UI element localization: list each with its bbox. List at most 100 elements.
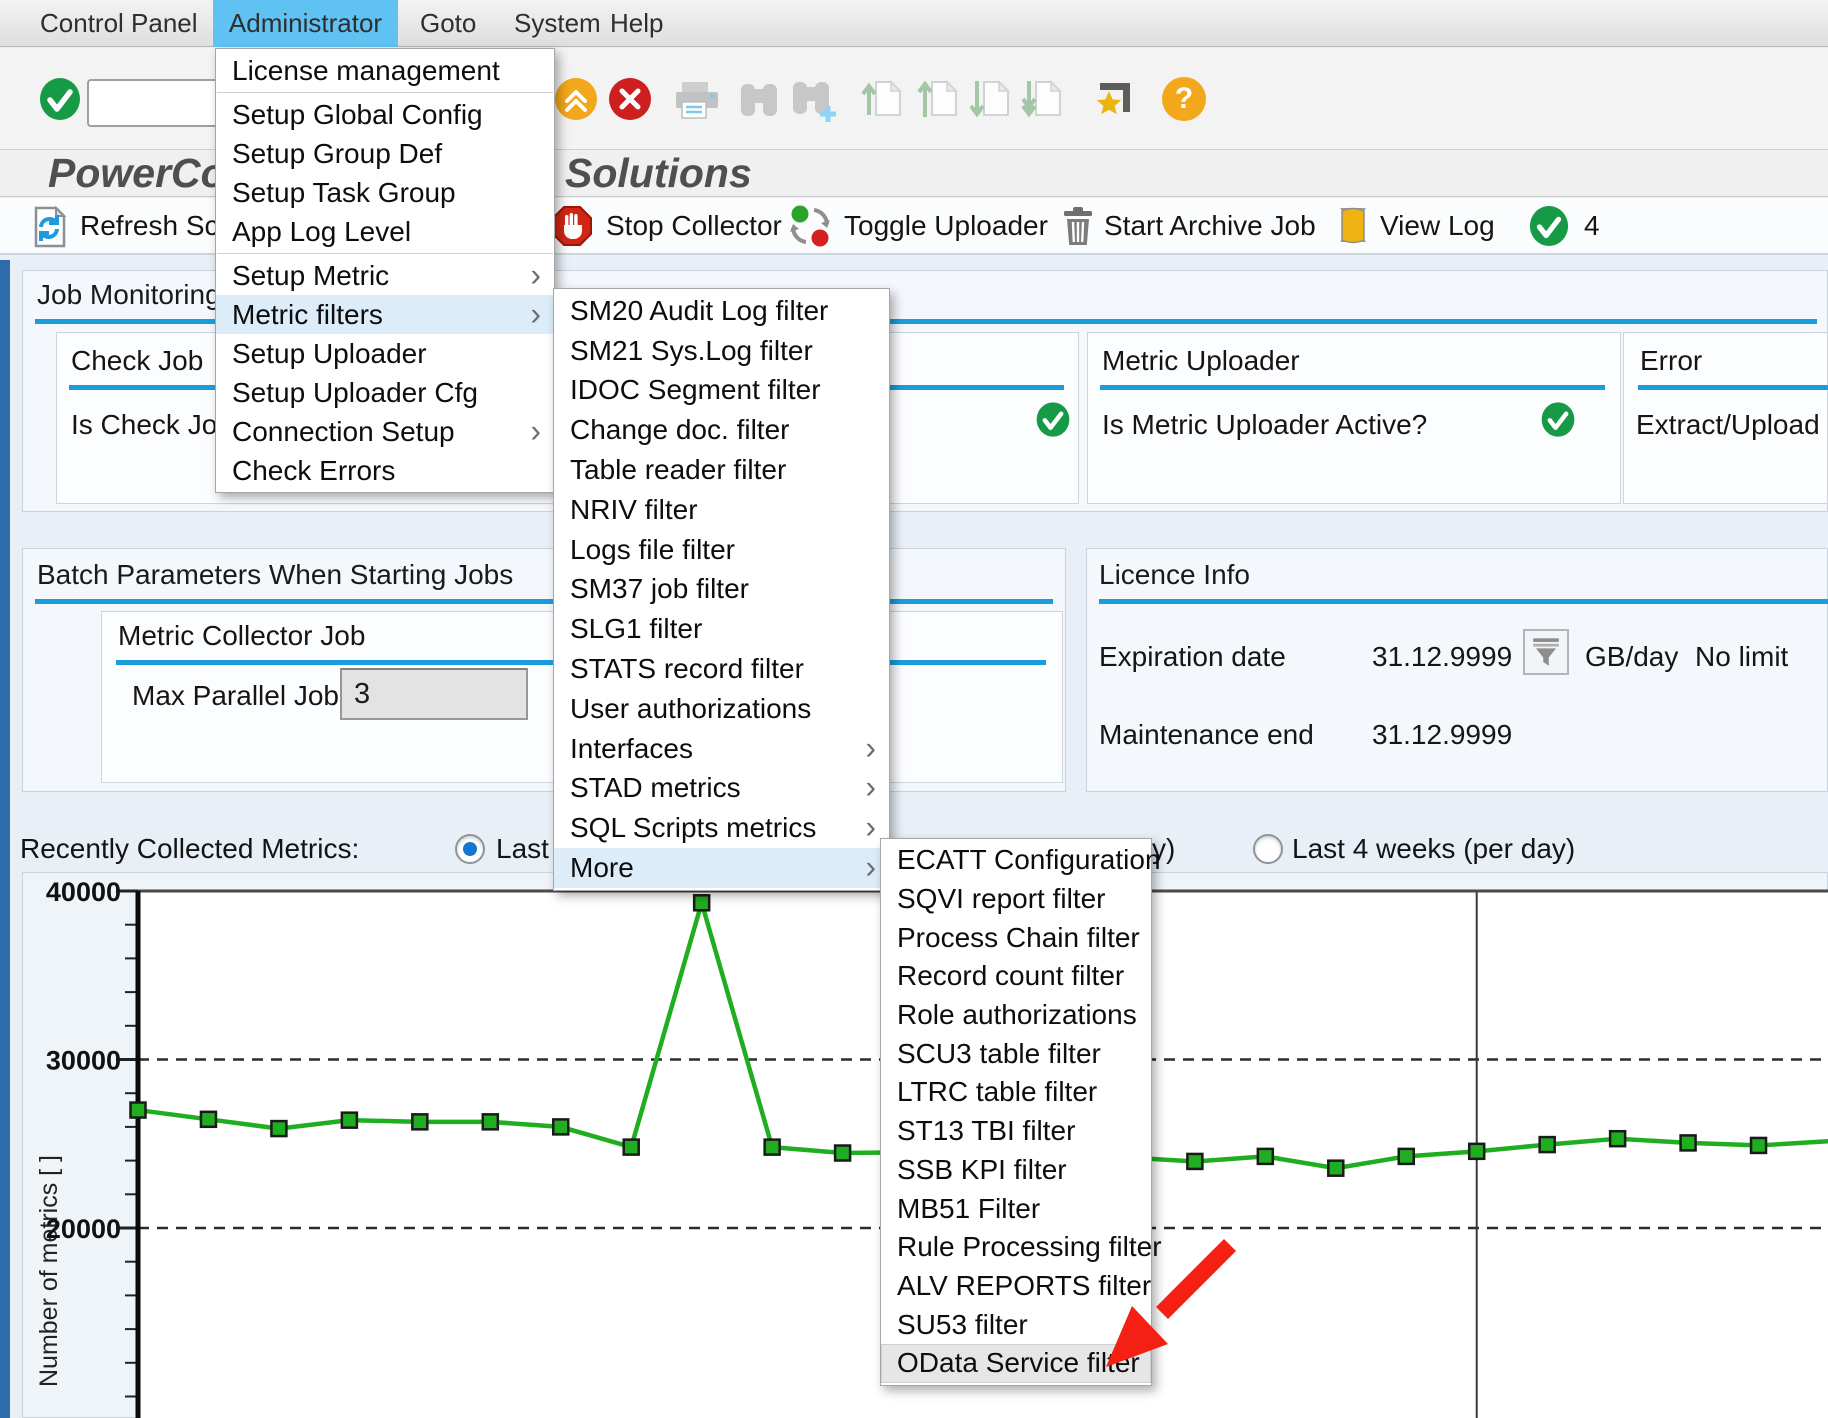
menu-item-more[interactable]: More› bbox=[554, 848, 889, 888]
menu-item-setup-uploader-cfg[interactable]: Setup Uploader Cfg bbox=[216, 373, 554, 412]
menu-item-alv-reports-filter[interactable]: ALV REPORTS filter bbox=[881, 1267, 1151, 1306]
menu-item-st13-tbi-filter[interactable]: ST13 TBI filter bbox=[881, 1112, 1151, 1151]
menu-help[interactable]: Help bbox=[610, 0, 663, 47]
help-icon[interactable]: ? bbox=[1162, 77, 1206, 121]
menu-item-process-chain-filter[interactable]: Process Chain filter bbox=[881, 918, 1151, 957]
menu-system[interactable]: System bbox=[514, 0, 601, 47]
menu-item-mb51-filter[interactable]: MB51 Filter bbox=[881, 1189, 1151, 1228]
svg-text:40000: 40000 bbox=[46, 877, 121, 907]
page-down-icon[interactable] bbox=[968, 75, 1014, 121]
print-icon[interactable] bbox=[672, 78, 722, 122]
ok-count-badge: 4 bbox=[1584, 198, 1600, 253]
menu-item-ecatt-configuration[interactable]: ECATT Configuration bbox=[881, 841, 1151, 880]
menu-item-role-authorizations[interactable]: Role authorizations bbox=[881, 996, 1151, 1035]
menu-item-stats-record-filter[interactable]: STATS record filter bbox=[554, 649, 889, 689]
menu-item-interfaces[interactable]: Interfaces› bbox=[554, 729, 889, 769]
metric-filters-submenu: SM20 Audit Log filter SM21 Sys.Log filte… bbox=[553, 288, 890, 891]
range-radio-label-1[interactable]: Last bbox=[496, 830, 549, 868]
menu-item-user-authorizations[interactable]: User authorizations bbox=[554, 689, 889, 729]
menu-item-setup-global-config[interactable]: Setup Global Config bbox=[216, 95, 554, 134]
menu-item-odata-service-filter[interactable]: OData Service filter bbox=[881, 1344, 1151, 1383]
range-radio-selected[interactable] bbox=[455, 834, 485, 864]
column-header: Check Job bbox=[71, 345, 203, 377]
filter-icon[interactable] bbox=[1523, 629, 1569, 675]
table-row: Extract/Upload bbox=[1636, 409, 1820, 441]
menu-item-metric-filters[interactable]: Metric filters› bbox=[216, 295, 554, 334]
menu-item-su53-filter[interactable]: SU53 filter bbox=[881, 1305, 1151, 1344]
left-edge-strip bbox=[0, 260, 10, 1418]
menu-item-nriv-filter[interactable]: NRIV filter bbox=[554, 490, 889, 530]
menu-item-app-log-level[interactable]: App Log Level bbox=[216, 212, 554, 251]
expiration-date-value: 31.12.9999 bbox=[1372, 641, 1512, 673]
max-parallel-jobs-label: Max Parallel Jobs bbox=[132, 676, 353, 716]
view-log-button[interactable]: View Log bbox=[1380, 198, 1495, 253]
new-session-star-icon[interactable] bbox=[1092, 75, 1138, 121]
menu-goto[interactable]: Goto bbox=[420, 0, 476, 47]
menu-item-check-errors[interactable]: Check Errors bbox=[216, 451, 554, 490]
menu-separator bbox=[217, 92, 553, 93]
error-panel: Error Extract/Upload bbox=[1623, 332, 1828, 504]
last-page-icon[interactable] bbox=[1020, 75, 1066, 121]
menu-item-slg1-filter[interactable]: SLG1 filter bbox=[554, 609, 889, 649]
toggle-icon[interactable] bbox=[786, 202, 834, 250]
refresh-screen-button[interactable]: Refresh Scr bbox=[80, 198, 228, 253]
menu-item-change-doc-filter[interactable]: Change doc. filter bbox=[554, 410, 889, 450]
trash-icon[interactable] bbox=[1056, 204, 1100, 248]
cancel-icon[interactable] bbox=[608, 77, 652, 121]
gb-per-day-value: No limit bbox=[1695, 641, 1788, 673]
page-up-icon[interactable] bbox=[916, 75, 962, 121]
find-next-icon[interactable] bbox=[788, 77, 838, 125]
powerconnect-control-panel: Control Panel Administrator Goto System … bbox=[0, 0, 1828, 1418]
chevron-right-icon: › bbox=[865, 811, 876, 843]
menu-administrator[interactable]: Administrator bbox=[213, 0, 398, 47]
menu-item-stad-metrics[interactable]: STAD metrics› bbox=[554, 769, 889, 809]
menu-item-logs-file-filter[interactable]: Logs file filter bbox=[554, 530, 889, 570]
column-header: Metric Uploader bbox=[1102, 345, 1300, 377]
chevron-right-icon: › bbox=[865, 731, 876, 763]
expiration-date-label: Expiration date bbox=[1099, 641, 1286, 673]
menu-item-setup-task-group[interactable]: Setup Task Group bbox=[216, 173, 554, 212]
menu-control-panel[interactable]: Control Panel bbox=[40, 0, 198, 47]
find-icon[interactable] bbox=[736, 77, 782, 123]
check-job-ok-icon bbox=[1035, 401, 1071, 438]
start-archive-job-button[interactable]: Start Archive Job bbox=[1104, 198, 1316, 253]
uploader-ok-icon bbox=[1540, 401, 1576, 438]
menu-item-setup-metric[interactable]: Setup Metric› bbox=[216, 256, 554, 295]
metric-uploader-panel: Metric Uploader Is Metric Uploader Activ… bbox=[1087, 332, 1621, 504]
menu-item-scu3-table-filter[interactable]: SCU3 table filter bbox=[881, 1034, 1151, 1073]
menu-item-rule-processing-filter[interactable]: Rule Processing filter bbox=[881, 1228, 1151, 1267]
refresh-icon[interactable] bbox=[26, 204, 72, 250]
menu-item-ssb-kpi-filter[interactable]: SSB KPI filter bbox=[881, 1151, 1151, 1190]
range-radio-4weeks[interactable] bbox=[1253, 834, 1283, 864]
page-up-fast-icon[interactable] bbox=[554, 77, 598, 121]
menu-item-sm20-audit-log-filter[interactable]: SM20 Audit Log filter bbox=[554, 291, 889, 331]
status-ok-icon[interactable] bbox=[1528, 205, 1570, 247]
chevron-right-icon: › bbox=[530, 258, 541, 290]
menu-item-license-management[interactable]: License management bbox=[216, 51, 554, 90]
menu-item-setup-group-def[interactable]: Setup Group Def bbox=[216, 134, 554, 173]
menu-item-connection-setup[interactable]: Connection Setup› bbox=[216, 412, 554, 451]
stop-collector-button[interactable]: Stop Collector bbox=[606, 198, 782, 253]
section-underline bbox=[1099, 599, 1828, 604]
menu-item-sm37-job-filter[interactable]: SM37 job filter bbox=[554, 570, 889, 610]
menu-item-setup-uploader[interactable]: Setup Uploader bbox=[216, 334, 554, 373]
menu-item-idoc-segment-filter[interactable]: IDOC Segment filter bbox=[554, 371, 889, 411]
log-scroll-icon[interactable] bbox=[1330, 203, 1374, 247]
menu-item-sm21-syslog-filter[interactable]: SM21 Sys.Log filter bbox=[554, 331, 889, 371]
menu-item-ltrc-table-filter[interactable]: LTRC table filter bbox=[881, 1073, 1151, 1112]
range-radio-label-3[interactable]: Last 4 weeks (per day) bbox=[1292, 830, 1575, 868]
page-title-left: PowerCo bbox=[48, 148, 226, 198]
menu-item-record-count-filter[interactable]: Record count filter bbox=[881, 957, 1151, 996]
stop-icon[interactable] bbox=[550, 204, 594, 248]
toggle-uploader-button[interactable]: Toggle Uploader bbox=[844, 198, 1048, 253]
menu-item-sql-scripts-metrics[interactable]: SQL Scripts metrics› bbox=[554, 808, 889, 848]
header-underline bbox=[1638, 385, 1828, 390]
menu-item-table-reader-filter[interactable]: Table reader filter bbox=[554, 450, 889, 490]
table-row: Is Metric Uploader Active? bbox=[1102, 409, 1427, 441]
gb-per-day-label: GB/day bbox=[1585, 641, 1678, 673]
first-page-icon[interactable] bbox=[860, 75, 906, 121]
enter-check-icon[interactable] bbox=[38, 77, 82, 121]
menu-item-sqvi-report-filter[interactable]: SQVI report filter bbox=[881, 880, 1151, 919]
max-parallel-jobs-field[interactable] bbox=[340, 668, 528, 720]
column-header: Error bbox=[1640, 345, 1702, 377]
